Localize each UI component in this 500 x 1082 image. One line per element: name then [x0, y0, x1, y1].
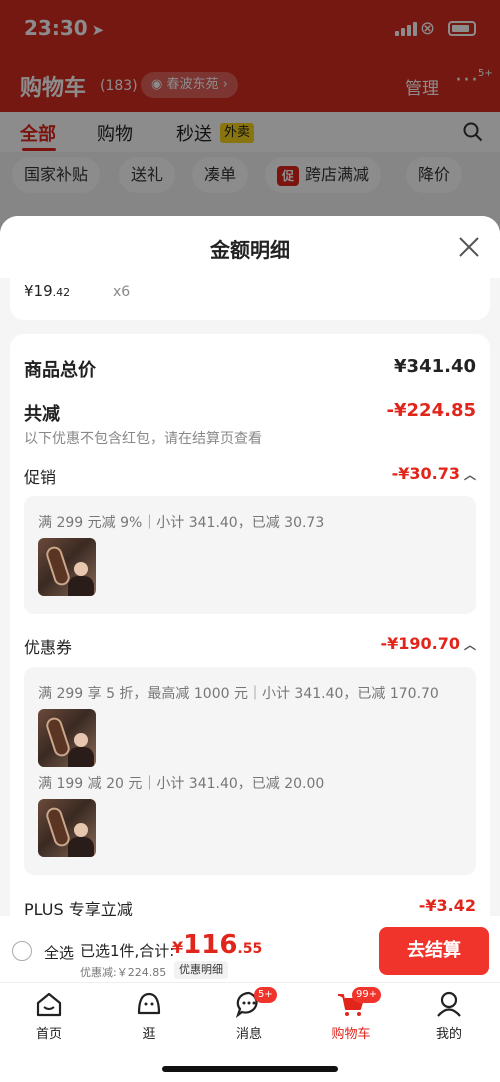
product-quantity: x6	[113, 284, 131, 300]
saved-amount: 优惠减:￥224.85	[80, 966, 167, 979]
product-thumbnail	[38, 799, 96, 857]
browse-icon	[137, 992, 161, 1015]
total-row: 商品总价 ¥341.40	[24, 356, 476, 381]
product-card: ¥19.42 x6	[10, 278, 490, 320]
checkout-bar: 全选 已选1件,合计: ¥116.55 优惠减:￥224.85 优惠明细 去结算	[0, 916, 500, 982]
discount-label: 共减	[24, 404, 60, 425]
promo-value: -¥30.73	[391, 464, 460, 483]
selected-summary: 已选1件,合计:	[80, 942, 175, 960]
discount-row: 共减 -¥224.85	[24, 400, 476, 425]
home-indicator	[162, 1066, 338, 1072]
coupon-label: 优惠券	[24, 638, 73, 657]
message-badge: 5+	[254, 987, 277, 1003]
tabbar-home[interactable]: 首页	[14, 989, 84, 1042]
plus-row: PLUS 专享立减 -¥3.42	[24, 896, 476, 919]
promo-rule: 满 299 元减 9%｜小计 341.40，已减 30.73	[38, 515, 325, 531]
promo-detail-box: 满 299 元减 9%｜小计 341.40，已减 30.73	[24, 496, 476, 614]
tabbar-profile[interactable]: 我的	[414, 989, 484, 1042]
product-thumbnail	[38, 709, 96, 767]
select-all-checkbox[interactable]	[12, 941, 32, 961]
home-icon	[36, 992, 62, 1017]
product-thumbnail	[38, 538, 96, 596]
promo-label: 促销	[24, 468, 57, 487]
chevron-up-icon[interactable]: ︿	[464, 468, 476, 482]
total-label: 商品总价	[24, 360, 96, 381]
tabbar-browse[interactable]: 逛	[114, 989, 184, 1042]
discount-value: -¥224.85	[386, 400, 476, 421]
total-value: ¥341.40	[394, 356, 476, 377]
coupon-value: -¥190.70	[380, 634, 460, 653]
sheet-title: 金额明细	[210, 238, 290, 262]
price-breakdown-card: 商品总价 ¥341.40 共减 -¥224.85 以下优惠不包含红包，请在结算页…	[10, 334, 490, 934]
promo-row[interactable]: 促销 -¥30.73 ︿	[24, 464, 476, 487]
total-amount: ¥116.55	[172, 930, 263, 960]
select-all-label[interactable]: 全选	[44, 942, 74, 963]
coupon-rule: 满 199 减 20 元｜小计 341.40，已减 20.00	[38, 776, 325, 792]
plus-value: -¥3.42	[418, 896, 476, 915]
discount-detail-button[interactable]: 优惠明细	[174, 961, 228, 979]
tabbar-messages[interactable]: 5+ 消息	[214, 987, 284, 1042]
product-price: ¥19.42	[24, 282, 71, 300]
cart-badge: 99+	[352, 987, 382, 1003]
coupon-rule: 满 299 享 5 折，最高减 1000 元｜小计 341.40，已减 170.…	[38, 686, 439, 702]
checkout-button[interactable]: 去结算	[379, 927, 489, 975]
coupon-detail-box: 满 299 享 5 折，最高减 1000 元｜小计 341.40，已减 170.…	[24, 667, 476, 875]
tabbar-cart[interactable]: 99+ 购物车	[316, 987, 386, 1042]
profile-icon	[437, 991, 461, 1017]
discount-note: 以下优惠不包含红包，请在结算页查看	[24, 431, 262, 447]
chevron-up-icon[interactable]: ︿	[464, 638, 476, 652]
coupon-row[interactable]: 优惠券 -¥190.70 ︿	[24, 634, 476, 657]
sheet-header: 金额明细	[0, 216, 500, 278]
close-icon[interactable]	[458, 236, 480, 258]
